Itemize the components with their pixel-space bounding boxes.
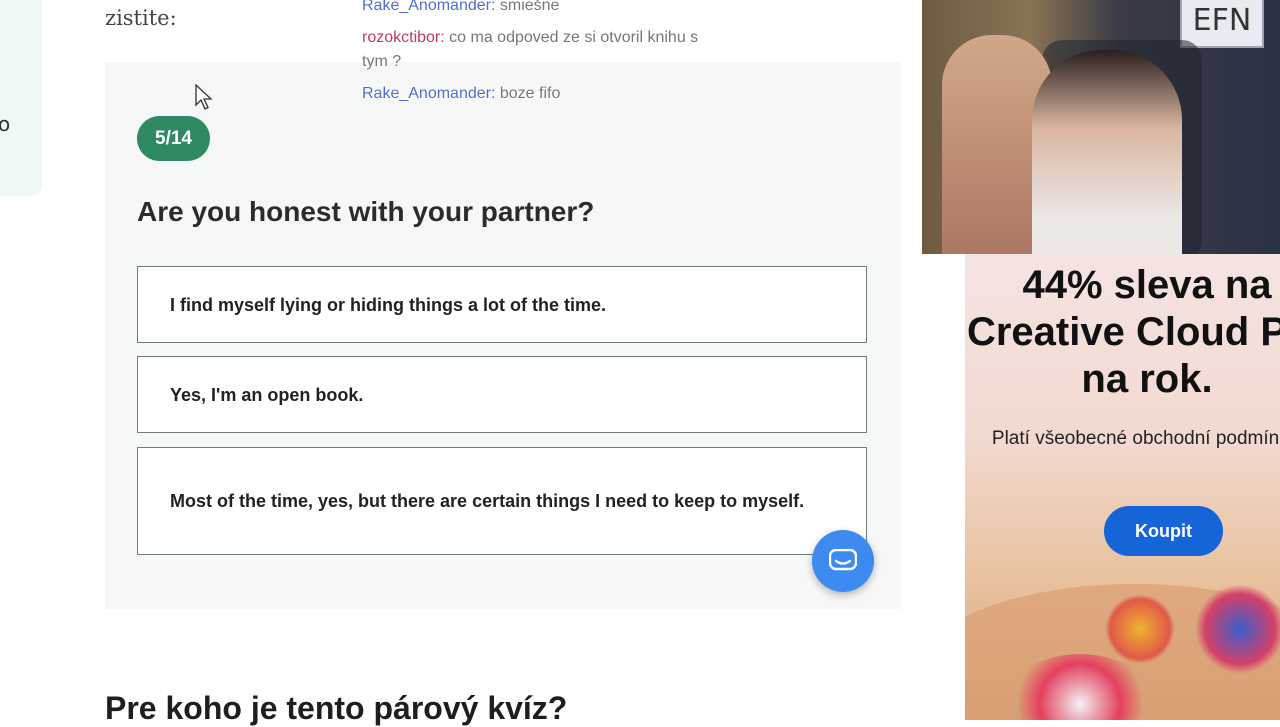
intro-text: zistite: [105,6,177,30]
ad-subtitle: Platí všeobecné obchodní podmínky. [991,428,1280,449]
answer-option-2-label: Yes, I'm an open book. [170,384,364,405]
ad-title: 44% sleva na Creative Cloud Pro na rok. [966,263,1280,401]
chat-username: Rake_Anomander: [362,85,496,102]
chat-message: Rake_Anomander: smiešne [362,0,702,18]
left-card [0,0,42,196]
webcam-overlay: EFN [922,0,1280,254]
chat-bubble-icon [829,549,857,571]
ad-banner[interactable]: 44% sleva na Creative Cloud Pro na rok. … [965,254,1280,720]
question-title: Are you honest with your partner? [137,196,595,227]
mouse-pointer-icon [195,84,213,110]
chat-launcher-button[interactable] [812,530,874,592]
left-card-letter: o [0,112,11,136]
ad-fish-graphic [1195,584,1280,674]
ad-buy-button[interactable]: Koupit [1104,506,1223,556]
answer-option-3[interactable]: Most of the time, yes, but there are cer… [137,447,867,555]
chat-text: boze fifo [499,85,561,102]
question-counter-badge: 5/14 [137,116,210,161]
chat-text: smiešne [499,0,560,14]
chat-username: Rake_Anomander: [362,0,496,14]
answer-option-3-label: Most of the time, yes, but there are cer… [170,491,805,511]
chat-message: rozokctibor: co ma odpoved ze si otvoril… [362,26,702,74]
webcam-person-2 [1032,50,1182,254]
webcam-wall-sign: EFN [1180,0,1264,48]
chat-message: Rake_Anomander: boze fifo [362,82,702,106]
answer-option-2[interactable]: Yes, I'm an open book. [137,356,867,433]
stream-chat-overlay: Rake_Anomander: smiešne rozokctibor: co … [362,0,702,114]
answer-option-1-label: I find myself lying or hiding things a l… [170,294,607,315]
chat-username: rozokctibor: [362,29,445,46]
answer-option-1[interactable]: I find myself lying or hiding things a l… [137,266,867,343]
section-heading: Pre koho je tento párový kvíz? [105,690,568,726]
ad-fish-graphic [1105,594,1175,664]
